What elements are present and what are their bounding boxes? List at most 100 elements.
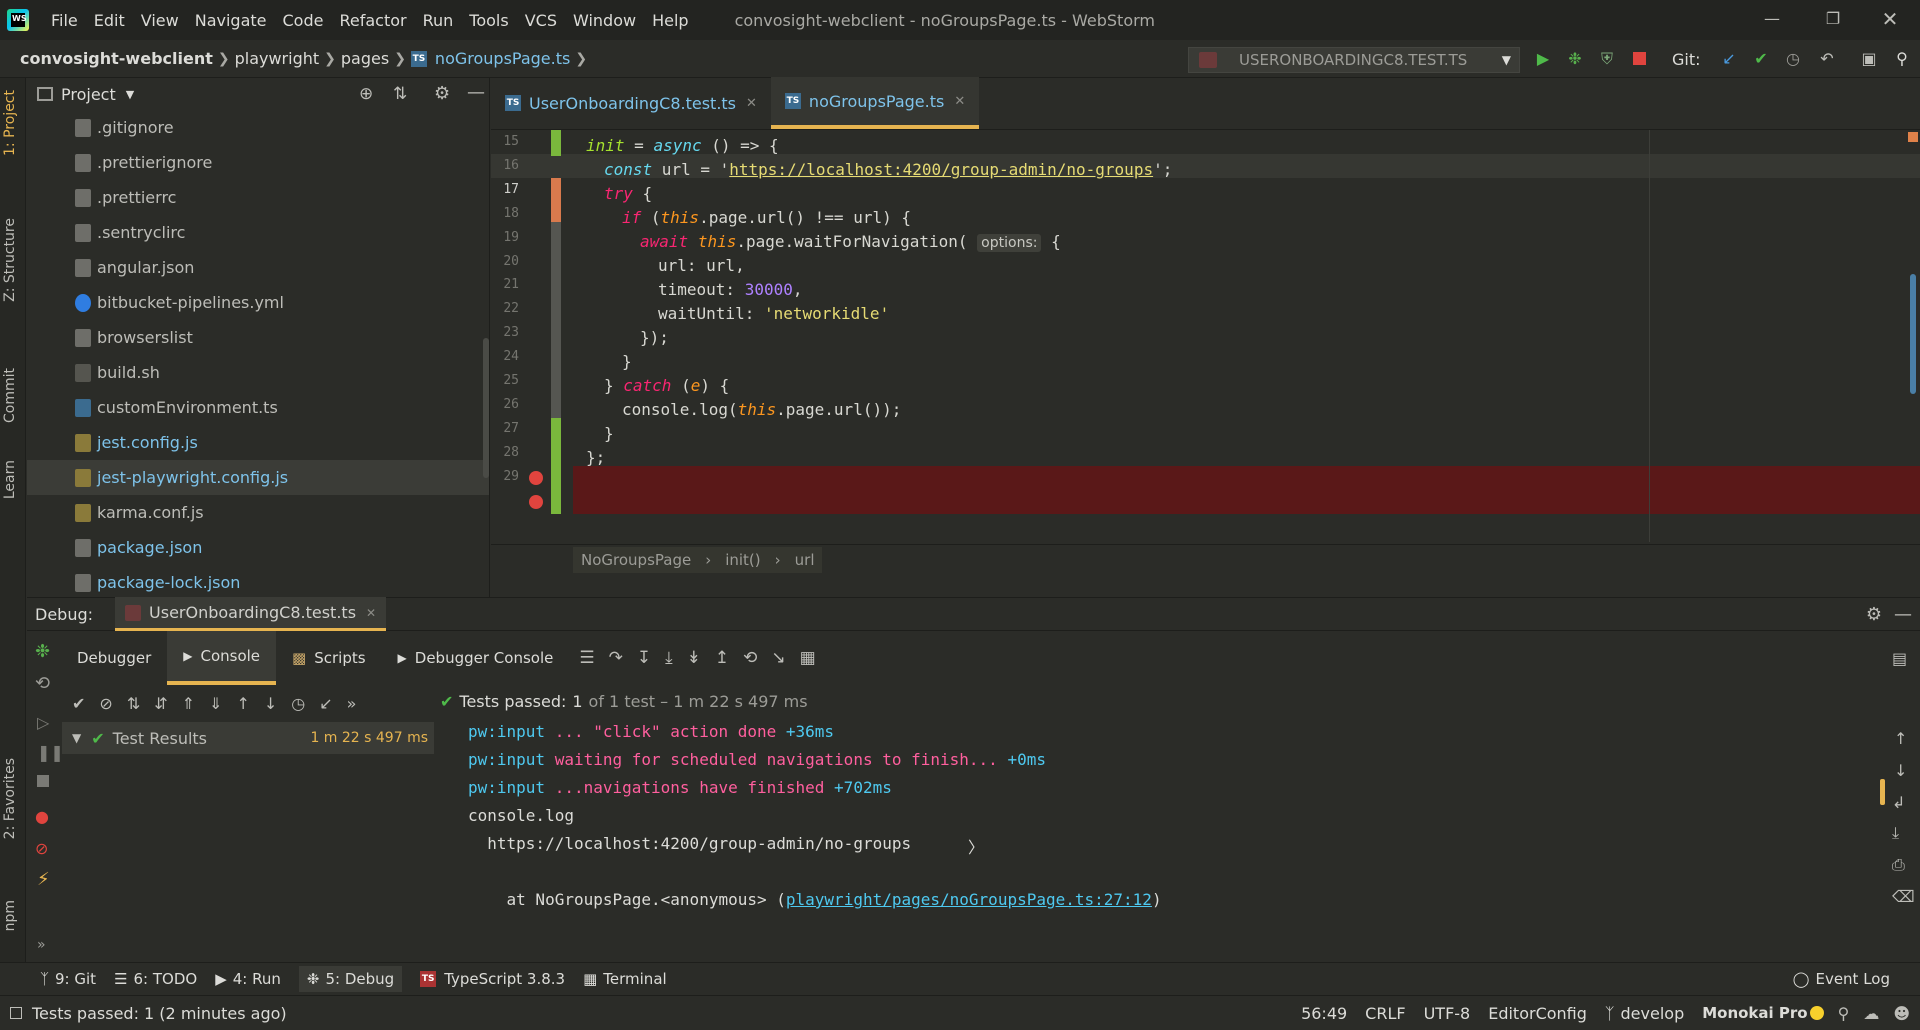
next-test-icon[interactable]: ↓ — [264, 694, 277, 713]
up-icon[interactable]: ↑ — [1894, 729, 1907, 748]
tab-debugger[interactable]: Debugger — [61, 631, 167, 685]
collapse-all-icon[interactable]: ⇓ — [209, 694, 222, 713]
breadcrumb-var[interactable]: url — [786, 546, 823, 573]
tool-git[interactable]: ᛉ 9: Git — [40, 970, 96, 988]
breadcrumb-method[interactable]: init() — [717, 546, 769, 573]
file-tree-item[interactable]: customEnvironment.ts — [27, 390, 489, 425]
tool-run[interactable]: ▶ 4: Run — [215, 970, 281, 988]
menu-navigate[interactable]: Navigate — [187, 11, 275, 30]
import-tests-icon[interactable]: ↙ — [319, 694, 332, 713]
menu-vcs[interactable]: VCS — [517, 11, 565, 30]
tool-event-log[interactable]: ◯ Event Log — [1793, 970, 1890, 988]
file-tree-item[interactable]: angular.json — [27, 250, 489, 285]
tab-structure[interactable]: Z: Structure — [2, 218, 18, 302]
breakpoint-icon[interactable] — [529, 471, 543, 485]
more-icon[interactable]: » — [347, 694, 357, 713]
sort-duration-icon[interactable]: ⇵ — [154, 694, 167, 713]
step-out-icon[interactable]: ↥ — [715, 648, 729, 668]
step-over-icon[interactable]: ↷ — [609, 648, 623, 668]
debug-session-tab[interactable]: UserOnboardingC8.test.ts ✕ — [115, 597, 387, 631]
close-window-button[interactable]: ✕ — [1870, 4, 1910, 34]
lightning-icon[interactable]: ⚡ — [37, 869, 50, 890]
gear-icon[interactable]: ⚙ — [1866, 604, 1882, 625]
lock-icon[interactable]: ⚲ — [1838, 1004, 1850, 1023]
console-output[interactable]: pw:input ... "click" action done +36ms p… — [438, 686, 1878, 962]
file-tree-item[interactable]: karma.conf.js — [27, 495, 489, 530]
menu-icon[interactable]: ☰ — [579, 648, 594, 668]
gear-icon[interactable]: ⚙ — [434, 83, 450, 104]
breadcrumb-class[interactable]: NoGroupsPage — [573, 546, 700, 573]
tab-nogroupspage[interactable]: TS noGroupsPage.ts ✕ — [770, 77, 980, 129]
mute-breakpoints-icon[interactable]: ⊘ — [35, 839, 48, 858]
menu-code[interactable]: Code — [275, 11, 332, 30]
breadcrumb-file[interactable]: noGroupsPage.ts — [435, 49, 570, 68]
file-tree-item[interactable]: package-lock.json — [27, 565, 489, 600]
project-structure-icon[interactable]: ▣ — [1860, 50, 1878, 68]
down-icon[interactable]: ↓ — [1894, 761, 1907, 780]
tab-useronboarding[interactable]: TS UserOnboardingC8.test.ts ✕ — [491, 77, 771, 129]
previous-test-icon[interactable]: ↑ — [236, 694, 249, 713]
force-step-into-icon[interactable]: ⤓ — [665, 648, 673, 668]
git-history-icon[interactable]: ◷ — [1784, 50, 1802, 68]
breadcrumb-playwright[interactable]: playwright — [235, 49, 320, 68]
close-icon[interactable]: ✕ — [366, 606, 376, 620]
history-icon[interactable]: ◷ — [291, 694, 305, 713]
view-breakpoints-icon[interactable]: ● — [35, 807, 49, 826]
user-icon[interactable]: ☻ — [1893, 1004, 1910, 1023]
expand-arrow-icon[interactable]: ▼ — [72, 731, 81, 745]
file-tree-item[interactable]: .gitignore — [27, 110, 489, 145]
menu-window[interactable]: Window — [565, 11, 644, 30]
coverage-icon[interactable]: ⛨ — [1598, 50, 1616, 68]
file-encoding[interactable]: UTF-8 — [1424, 1004, 1471, 1023]
caret-position[interactable]: 56:49 — [1301, 1004, 1347, 1023]
test-results-row[interactable]: ▼ ✔ Test Results 1 m 22 s 497 ms — [62, 722, 434, 754]
tab-commit[interactable]: Commit — [2, 368, 18, 423]
tab-npm[interactable]: npm — [2, 900, 18, 931]
tool-todo[interactable]: ☰ 6: TODO — [114, 970, 197, 988]
console-scrollbar[interactable] — [1880, 779, 1885, 805]
file-tree-item[interactable]: .sentryclirc — [27, 215, 489, 250]
file-tree-item[interactable]: jest.config.js — [27, 425, 489, 460]
hide-icon[interactable]: — — [467, 82, 485, 103]
close-icon[interactable]: ✕ — [954, 94, 965, 109]
file-tree-item[interactable]: bitbucket-pipelines.yml — [27, 285, 489, 320]
menu-tools[interactable]: Tools — [461, 11, 516, 30]
editorconfig[interactable]: EditorConfig — [1488, 1004, 1587, 1023]
git-commit-icon[interactable]: ✔ — [1752, 50, 1770, 68]
tab-learn[interactable]: Learn — [2, 460, 18, 499]
menu-edit[interactable]: Edit — [86, 11, 133, 30]
sort-alpha-icon[interactable]: ⇅ — [127, 694, 140, 713]
stack-trace-link[interactable]: playwright/pages/noGroupsPage.ts:27:12 — [786, 890, 1152, 909]
locate-icon[interactable]: ⊕ — [359, 84, 373, 104]
line-separator[interactable]: CRLF — [1365, 1004, 1405, 1023]
show-ignored-icon[interactable]: ⊘ — [99, 694, 112, 713]
pause-icon[interactable]: ❚❚ — [37, 743, 64, 762]
project-title[interactable]: Project — [61, 85, 116, 104]
editor-scrollbar[interactable] — [1910, 274, 1916, 394]
step-into-icon[interactable]: ↧ — [637, 648, 651, 668]
git-rollback-icon[interactable]: ↶ — [1818, 50, 1836, 68]
cloud-icon[interactable]: ☁ — [1863, 1004, 1879, 1023]
close-icon[interactable]: ✕ — [746, 96, 757, 111]
trash-icon[interactable]: ⌫ — [1892, 887, 1915, 906]
file-tree-item[interactable]: jest-playwright.config.js — [27, 460, 489, 495]
tab-console[interactable]: ▶ Console — [167, 631, 277, 685]
theme-name[interactable]: Monokai Pro — [1702, 1004, 1807, 1022]
breakpoint-icon[interactable] — [529, 495, 543, 509]
file-tree-item[interactable]: .prettierrc — [27, 180, 489, 215]
restore-button[interactable]: ❐ — [1813, 4, 1853, 34]
breadcrumb-pages[interactable]: pages — [341, 49, 389, 68]
layout-icon[interactable]: ▤ — [1892, 649, 1907, 668]
debug-icon[interactable]: ❉ — [1566, 50, 1584, 68]
stop-icon[interactable] — [1630, 50, 1648, 68]
tool-typescript[interactable]: TS TypeScript 3.8.3 — [420, 970, 565, 988]
run-to-cursor-icon[interactable]: ↘ — [771, 648, 785, 668]
tool-debug[interactable]: ❉ 5: Debug — [298, 966, 403, 992]
tab-project[interactable]: 1: Project — [2, 90, 18, 156]
menu-refactor[interactable]: Refactor — [331, 11, 414, 30]
scroll-to-end-icon[interactable]: ⤓ — [1892, 823, 1899, 843]
git-branch[interactable]: develop — [1621, 1004, 1685, 1023]
run-configuration-select[interactable]: USERONBOARDINGC8.TEST.TS ▼ — [1188, 47, 1520, 73]
print-icon[interactable]: ⎙ — [1892, 855, 1905, 875]
drop-frame-icon[interactable]: ⟲ — [743, 648, 757, 668]
